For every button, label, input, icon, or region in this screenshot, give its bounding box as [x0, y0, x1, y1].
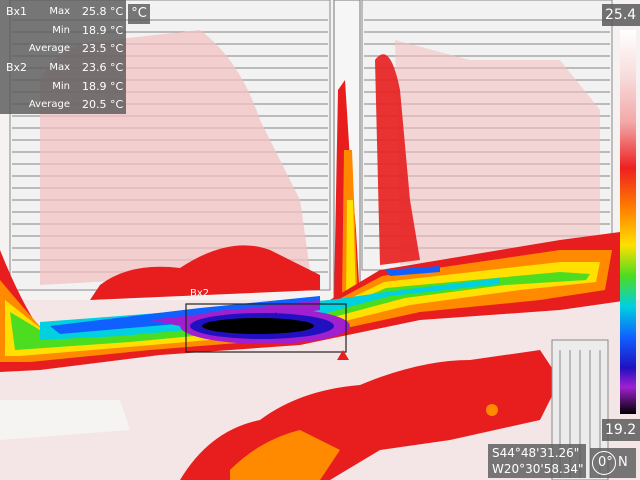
gps-longitude: W20°30'58.34"	[492, 462, 584, 476]
bx1-min-value: 18.9 °C	[82, 24, 124, 37]
bx2-average-label: Average	[28, 99, 70, 110]
bx1-max-row: Bx1 Max 25.8 °C	[0, 2, 126, 21]
measurement-panel: Bx1 Max 25.8 °C Min 18.9 °C Average 23.5…	[0, 0, 126, 114]
color-scale-bar	[620, 30, 636, 414]
bx2-min-value: 18.9 °C	[82, 80, 124, 93]
compass: 0° N	[590, 448, 636, 478]
scale-max-value: 25.4	[602, 4, 640, 26]
bx1-max-value: 25.8 °C	[82, 5, 124, 18]
bx2-average-row: Average 20.5 °C	[0, 95, 126, 114]
bx1-average-label: Average	[28, 43, 70, 54]
bx2-max-value: 23.6 °C	[82, 61, 124, 74]
bx2-min-label: Min	[52, 81, 70, 92]
bx1-average-row: Average 23.5 °C	[0, 39, 126, 58]
bx2-name: Bx2	[6, 61, 28, 74]
compass-direction: N	[618, 455, 628, 470]
bx1-min-label: Min	[52, 25, 70, 36]
bx1-max-label: Max	[49, 6, 70, 17]
scale-min-value: 19.2	[602, 419, 640, 441]
bx2-min-row: Min 18.9 °C	[0, 77, 126, 96]
gps-readout: S44°48'31.26" W20°30'58.34"	[488, 444, 586, 478]
bx2-max-label: Max	[49, 62, 70, 73]
bx1-average-value: 23.5 °C	[82, 42, 124, 55]
gps-latitude: S44°48'31.26"	[492, 446, 580, 460]
thermal-viewer: Bx2 Bx1 Max 25.8 °C Min 18.9 °C Average …	[0, 0, 640, 480]
unit-label: °C	[128, 4, 150, 24]
bx1-min-row: Min 18.9 °C	[0, 21, 126, 40]
compass-heading: 0°	[598, 455, 613, 470]
bx2-label: Bx2	[190, 288, 209, 299]
bx1-name: Bx1	[6, 5, 28, 18]
bx2-average-value: 20.5 °C	[82, 98, 124, 111]
bx2-max-row: Bx2 Max 23.6 °C	[0, 58, 126, 77]
